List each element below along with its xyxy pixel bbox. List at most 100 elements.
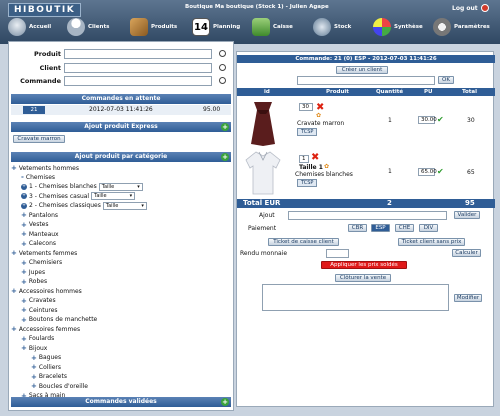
tree-item[interactable]: + Cravates	[21, 297, 56, 305]
calculer-button[interactable]: Calculer	[452, 249, 481, 257]
section-category[interactable]: Ajout produit par catégorie +	[11, 152, 231, 162]
expand-plus-icon[interactable]: +	[21, 316, 27, 324]
expand-plus-icon[interactable]: +	[31, 363, 37, 371]
tree-item[interactable]: + Boutons de manchette	[21, 316, 97, 324]
tree-item[interactable]: + Colliers	[31, 363, 61, 371]
tree-item[interactable]: + Vetements hommes	[11, 164, 79, 172]
delete-icon[interactable]: ✖	[311, 153, 320, 163]
expand-plus-icon[interactable]: +	[11, 249, 17, 257]
expand-plus-icon[interactable]: +	[11, 164, 17, 172]
check-icon[interactable]: ✔	[437, 168, 444, 176]
size-select[interactable]: Taille ▾	[98, 182, 143, 191]
check-icon[interactable]: ✔	[437, 116, 444, 124]
ok-button[interactable]: OK	[438, 76, 454, 84]
nav-synthese[interactable]: Synthèse	[373, 16, 423, 38]
section-pending-orders[interactable]: Commandes en attente	[11, 94, 231, 104]
pending-order-row[interactable]: 21 2012-07-03 11:41:26 95.00	[11, 105, 231, 115]
valider-button[interactable]: Valider	[454, 211, 480, 219]
create-client-button[interactable]: Créer un client	[336, 66, 388, 74]
line-pu[interactable]: 65.00	[418, 168, 437, 176]
apply-sales-prices-button[interactable]: Appliquer les prix soldés	[321, 261, 407, 269]
tree-item[interactable]: + Ceintures	[21, 306, 58, 314]
expand-plus-icon[interactable]: +	[21, 259, 27, 267]
line-id[interactable]: 30	[299, 103, 313, 111]
tree-item[interactable]: + Bagues	[31, 354, 61, 362]
tree-item[interactable]: + Bijoux	[21, 344, 47, 352]
tree-item[interactable]: + Accessoires hommes	[11, 287, 82, 295]
ticket-client-button[interactable]: Ticket de caisse client	[268, 238, 339, 246]
ajout-input[interactable]	[288, 211, 447, 220]
search-produit-input[interactable]	[64, 48, 212, 59]
search-icon[interactable]	[219, 64, 226, 71]
ticket-no-price-button[interactable]: Ticket client sans prix	[398, 238, 465, 246]
tree-item[interactable]: + Foulards	[21, 335, 54, 343]
tag-icon[interactable]: ✿	[316, 112, 321, 119]
tree-item[interactable]: + Jupes	[21, 268, 45, 276]
search-icon[interactable]	[219, 77, 226, 84]
search-client-input[interactable]	[64, 62, 212, 73]
size-select[interactable]: Taille ▾	[91, 192, 136, 201]
tree-item[interactable]: + Calecons	[21, 240, 56, 248]
app-logo[interactable]: HIBOUTIK	[8, 3, 82, 17]
express-product-button[interactable]: Cravate marron	[13, 135, 65, 143]
client-input[interactable]	[297, 76, 435, 85]
tree-item[interactable]: + Accessoires femmes	[11, 325, 80, 333]
tree-item[interactable]: + Bracelets	[31, 373, 67, 381]
section-express[interactable]: Ajout produit Express +	[11, 122, 231, 132]
expand-plus-icon[interactable]: +	[21, 335, 27, 343]
expand-plus-icon[interactable]: +	[21, 297, 27, 305]
expand-plus-icon[interactable]: +	[31, 382, 37, 390]
tree-item[interactable]: + Manteaux	[21, 230, 59, 238]
expand-plus-icon[interactable]: +	[21, 211, 27, 219]
add-variant-icon[interactable]: +	[21, 183, 27, 190]
nav-clients[interactable]: Clients	[67, 16, 109, 38]
tree-item[interactable]: +2 - Chemises classiques Taille ▾	[21, 201, 147, 210]
tcsp-button[interactable]: TCSP	[297, 128, 318, 136]
expand-plus-icon[interactable]: +	[11, 287, 17, 295]
tree-item[interactable]: + Boucles d'oreille	[31, 382, 88, 390]
nav-planning[interactable]: 14 Planning	[192, 16, 240, 38]
nav-parametres[interactable]: Paramètres	[433, 16, 490, 38]
add-variant-icon[interactable]: +	[21, 202, 27, 209]
expand-plus-icon[interactable]: +	[221, 123, 229, 131]
expand-plus-icon[interactable]: +	[21, 344, 27, 352]
search-commande-input[interactable]	[64, 75, 212, 86]
expand-plus-icon[interactable]: +	[21, 278, 27, 286]
tree-item[interactable]: +3 - Chemises casual Taille ▾	[21, 192, 136, 201]
add-variant-icon[interactable]: +	[21, 193, 27, 200]
tree-item[interactable]: + Vestes	[21, 221, 49, 229]
payment-che-button[interactable]: CHE	[395, 224, 414, 232]
expand-plus-icon[interactable]: +	[21, 230, 27, 238]
tree-item[interactable]: + Robes	[21, 278, 47, 286]
tcsp-button[interactable]: TCSP	[297, 179, 318, 187]
nav-stock[interactable]: Stock	[313, 16, 351, 38]
tree-item[interactable]: +1 - Chemises blanches Taille ▾	[21, 182, 143, 191]
pending-order-id[interactable]: 21	[23, 106, 45, 114]
nav-produits[interactable]: Produits	[130, 16, 177, 38]
tree-item[interactable]: + Vetements femmes	[11, 249, 77, 257]
tag-icon[interactable]: ✿	[324, 163, 329, 170]
line-pu[interactable]: 30.00	[418, 116, 437, 124]
tree-item[interactable]: + Pantalons	[21, 211, 58, 219]
tree-item[interactable]: + Chemisiers	[21, 259, 62, 267]
expand-plus-icon[interactable]: +	[221, 153, 229, 161]
expand-plus-icon[interactable]: +	[21, 240, 27, 248]
payment-div-button[interactable]: DIV	[419, 224, 438, 232]
expand-plus-icon[interactable]: +	[21, 268, 27, 276]
expand-plus-icon[interactable]: +	[11, 325, 17, 333]
expand-plus-icon[interactable]: +	[21, 306, 27, 314]
logout-button[interactable]: Log out	[452, 4, 489, 12]
delete-icon[interactable]: ✖	[316, 103, 325, 113]
collapse-minus-icon[interactable]: -	[21, 173, 24, 181]
size-select[interactable]: Taille ▾	[102, 201, 147, 210]
rendu-input[interactable]	[326, 249, 349, 258]
payment-cbr-button[interactable]: CBR	[348, 224, 367, 232]
modifier-button[interactable]: Modifier	[454, 294, 482, 302]
line-id[interactable]: 1	[299, 155, 309, 163]
close-sale-button[interactable]: Clôturer la vente	[335, 274, 391, 282]
section-validated-orders[interactable]: Commandes validées +	[11, 397, 231, 407]
expand-plus-icon[interactable]: +	[31, 354, 37, 362]
order-comment-textarea[interactable]	[262, 284, 449, 311]
expand-plus-icon[interactable]: +	[21, 221, 27, 229]
expand-plus-icon[interactable]: +	[31, 373, 37, 381]
